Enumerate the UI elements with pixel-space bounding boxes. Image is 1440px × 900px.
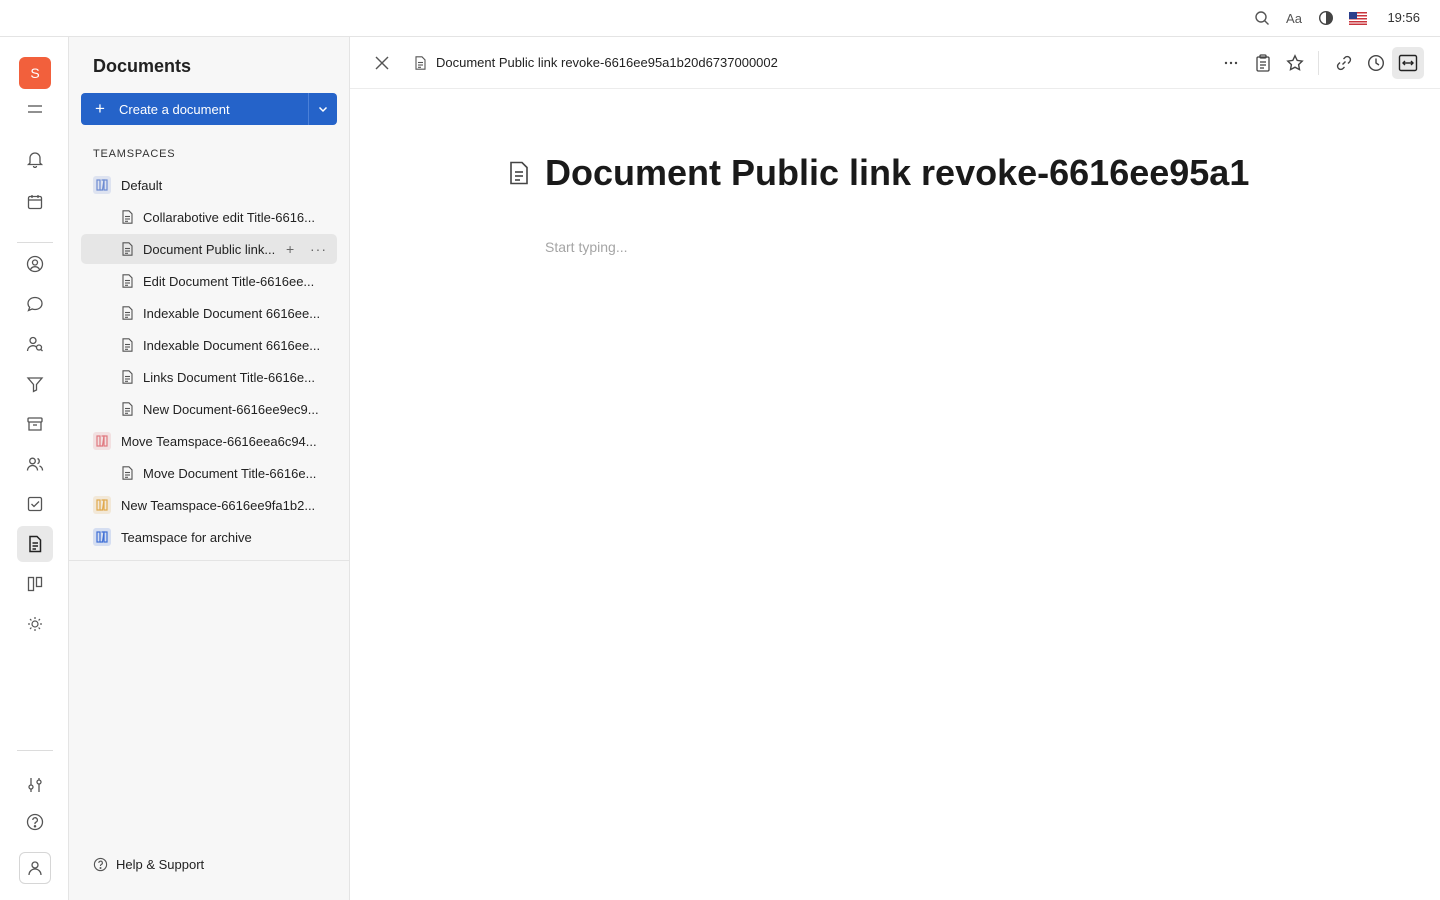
- teamspace-item[interactable]: Default: [81, 170, 337, 200]
- document-item-label: New Document-6616ee9ec9...: [143, 401, 319, 417]
- contrast-icon[interactable]: [1317, 9, 1335, 27]
- close-icon[interactable]: [372, 53, 392, 78]
- teamspace-label: Default: [121, 177, 163, 193]
- document-title-icon: [509, 161, 529, 190]
- funnel-icon[interactable]: [17, 366, 53, 402]
- link-icon[interactable]: [1332, 51, 1356, 75]
- inbox-icon[interactable]: [17, 406, 53, 442]
- history-icon[interactable]: [1364, 51, 1388, 75]
- document-item-label: Edit Document Title-6616ee...: [143, 273, 315, 289]
- document-item[interactable]: Links Document Title-6616e...: [81, 362, 337, 392]
- teamspace-label: Teamspace for archive: [121, 529, 252, 545]
- add-subdocument-icon[interactable]: +: [286, 241, 294, 257]
- font-size-label: Aa: [1286, 10, 1302, 26]
- create-document-label: Create a document: [119, 101, 230, 117]
- calendar-icon[interactable]: [17, 184, 53, 220]
- teamspace-icon: [93, 528, 111, 546]
- help-icon[interactable]: [17, 804, 53, 840]
- workspace-letter: S: [30, 65, 40, 81]
- sun-icon[interactable]: [17, 606, 53, 642]
- clipboard-icon[interactable]: [1251, 51, 1275, 75]
- document-item[interactable]: Edit Document Title-6616ee...: [81, 266, 337, 296]
- bell-icon[interactable]: [17, 141, 53, 177]
- contact-icon[interactable]: [17, 246, 53, 282]
- document-item-label: Document Public link...: [143, 241, 276, 257]
- document-file-icon: [121, 370, 134, 387]
- chat-icon[interactable]: [17, 286, 53, 322]
- team-icon[interactable]: [17, 446, 53, 482]
- document-item-label: Links Document Title-6616e...: [143, 369, 315, 385]
- document-item[interactable]: Collarabotive edit Title-6616...: [81, 202, 337, 232]
- document-file-icon: [121, 306, 134, 323]
- teamspace-label: Move Teamspace-6616eea6c94...: [121, 433, 317, 449]
- settings-sliders-icon[interactable]: [17, 767, 53, 803]
- expand-icon[interactable]: [1392, 47, 1424, 79]
- us-flag-icon[interactable]: [1349, 9, 1367, 27]
- editor-header: Document Public link revoke-6616ee95a1b2…: [350, 37, 1440, 89]
- teamspace-item[interactable]: Move Teamspace-6616eea6c94...: [81, 426, 337, 456]
- document-item-label: Move Document Title-6616e...: [143, 465, 317, 481]
- document-item-label: Indexable Document 6616ee...: [143, 337, 321, 353]
- document-file-icon: [121, 242, 134, 259]
- document-editor: Document Public link revoke-6616ee95a1b2…: [350, 37, 1440, 900]
- navigator-divider: [69, 560, 349, 561]
- teamspace-icon: [93, 496, 111, 514]
- chevron-down-icon: [318, 106, 328, 113]
- teamspace-icon: [93, 432, 111, 450]
- document-small-icon: [415, 55, 426, 70]
- workspace-logo[interactable]: S: [19, 57, 51, 89]
- document-item[interactable]: Indexable Document 6616ee...: [81, 298, 337, 328]
- more-icon[interactable]: [1219, 51, 1243, 75]
- breadcrumb[interactable]: Document Public link revoke-6616ee95a1b2…: [414, 55, 778, 70]
- teamspace-icon: [93, 176, 111, 194]
- document-item-label: Indexable Document 6616ee...: [143, 305, 321, 321]
- help-support-label: Help & Support: [116, 857, 205, 872]
- question-icon: [93, 857, 108, 872]
- document-item[interactable]: New Document-6616ee9ec9...: [81, 394, 337, 424]
- document-item[interactable]: Move Document Title-6616e...: [81, 458, 337, 488]
- breadcrumb-label: Document Public link revoke-6616ee95a1b2…: [436, 55, 778, 70]
- user-icon[interactable]: [19, 852, 51, 884]
- document-item[interactable]: Document Public link... + ···: [81, 234, 337, 264]
- document-title[interactable]: Document Public link revoke-6616ee95a1: [545, 152, 1249, 194]
- document-file-icon: [121, 338, 134, 355]
- document-item[interactable]: Indexable Document 6616ee...: [81, 330, 337, 360]
- document-icon[interactable]: [17, 526, 53, 562]
- font-size-icon[interactable]: Aa: [1285, 9, 1303, 27]
- teamspaces-section-label: TEAMSPACES: [93, 148, 176, 160]
- rail-divider: [17, 242, 53, 243]
- clock: 19:56: [1387, 10, 1420, 25]
- document-item-label: Collarabotive edit Title-6616...: [143, 209, 315, 225]
- teamspace-item[interactable]: New Teamspace-6616ee9fa1b2...: [81, 490, 337, 520]
- document-file-icon: [121, 402, 134, 419]
- app-rail: S: [0, 37, 69, 900]
- document-file-icon: [121, 210, 134, 227]
- document-file-icon: [121, 274, 134, 291]
- document-file-icon: [121, 466, 134, 483]
- star-icon[interactable]: [1283, 51, 1307, 75]
- top-bar: Aa 19:56: [0, 0, 1440, 37]
- create-dropdown-button[interactable]: [308, 93, 337, 125]
- navigator-title: Documents: [93, 56, 192, 76]
- search-icon[interactable]: [1253, 9, 1271, 27]
- menu-icon[interactable]: [17, 91, 53, 127]
- teamspace-item[interactable]: Teamspace for archive: [81, 522, 337, 552]
- documents-navigator: Documents + Create a document TEAMSPACES…: [69, 37, 350, 900]
- tasks-icon[interactable]: [17, 486, 53, 522]
- help-support-link[interactable]: Help & Support: [93, 857, 204, 872]
- board-icon[interactable]: [17, 566, 53, 602]
- create-document-button[interactable]: + Create a document: [81, 93, 337, 125]
- header-divider: [1318, 51, 1319, 75]
- rail-divider: [17, 750, 53, 751]
- document-body-editor[interactable]: Start typing...: [545, 239, 627, 255]
- plus-icon: +: [95, 99, 105, 118]
- more-actions-icon[interactable]: ···: [310, 241, 327, 257]
- recruit-icon[interactable]: [17, 326, 53, 362]
- teamspace-label: New Teamspace-6616ee9fa1b2...: [121, 497, 316, 513]
